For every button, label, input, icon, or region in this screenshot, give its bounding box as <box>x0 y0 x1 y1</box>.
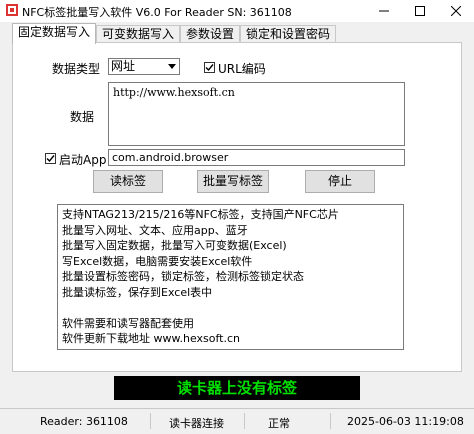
data-type-label: 数据类型 <box>52 62 101 76</box>
info-text-box[interactable]: 支持NTAG213/215/216等NFC标签，支持国产NFC芯片 批量写入网址… <box>57 204 404 350</box>
info-line: 写Excel数据，电脑需要安装Excel软件 <box>62 254 253 268</box>
status-message: 读卡器上没有标签 <box>114 376 360 400</box>
launch-app-input[interactable]: com.android.browser <box>108 149 405 166</box>
chevron-down-icon <box>165 60 178 73</box>
close-button[interactable] <box>438 0 474 22</box>
data-label: 数据 <box>70 110 95 124</box>
status-divider <box>330 413 331 429</box>
status-reader: Reader: 361108 <box>40 415 128 428</box>
launch-app-label: 启动App <box>59 153 107 167</box>
tab-fixed-data[interactable]: 固定数据写入 <box>12 23 96 44</box>
maximize-icon <box>415 6 425 16</box>
minimize-icon <box>379 10 389 12</box>
maximize-button[interactable] <box>402 0 438 22</box>
status-state: 正常 <box>268 417 290 430</box>
app-window: NFC标签批量写入软件 V6.0 For Reader SN: 361108 固… <box>0 0 474 434</box>
window-title: NFC标签批量写入软件 V6.0 For Reader SN: 361108 <box>22 6 292 19</box>
data-textarea[interactable]: http://www.hexsoft.cn <box>108 82 405 146</box>
close-icon <box>451 6 461 16</box>
data-type-value: 网址 <box>111 59 136 73</box>
url-encode-label: URL编码 <box>218 62 266 76</box>
info-line: 批量写入固定数据，批量写入可变数据(Excel) <box>62 239 287 252</box>
status-connection: 读卡器连接 <box>169 417 224 430</box>
info-line: 软件需要和读写器配套使用 <box>62 316 194 330</box>
status-bar: Reader: 361108 读卡器连接 正常 2025-06-03 11:19… <box>0 408 474 434</box>
info-line: 批量设置标签密码，锁定标签，检测标签锁定状态 <box>62 270 304 283</box>
url-encode-checkbox[interactable] <box>204 62 215 73</box>
status-divider <box>150 413 151 429</box>
tab-variable-data[interactable]: 可变数据写入 <box>96 25 180 42</box>
tab-lock-password[interactable]: 锁定和设置密码 <box>240 25 336 42</box>
status-datetime: 2025-06-03 11:19:08 <box>347 415 464 428</box>
checkmark-icon <box>46 155 55 163</box>
info-line: 软件更新下载地址 www.hexsoft.cn <box>62 332 240 345</box>
title-bar: NFC标签批量写入软件 V6.0 For Reader SN: 361108 <box>0 0 474 22</box>
launch-app-checkbox[interactable] <box>45 153 56 164</box>
info-line: 批量写入网址、文本、应用app、蓝牙 <box>62 223 248 237</box>
data-type-select[interactable]: 网址 <box>108 58 180 75</box>
read-tag-button[interactable]: 读标签 <box>93 170 163 193</box>
tab-parameters[interactable]: 参数设置 <box>180 25 240 42</box>
batch-write-button[interactable]: 批量写标签 <box>197 170 269 193</box>
info-line: 批量读标签，保存到Excel表中 <box>62 285 213 299</box>
info-line <box>62 300 399 316</box>
info-line: 支持NTAG213/215/216等NFC标签，支持国产NFC芯片 <box>62 208 339 221</box>
stop-button[interactable]: 停止 <box>305 170 375 193</box>
status-divider <box>244 413 245 429</box>
minimize-button[interactable] <box>366 0 402 22</box>
checkmark-icon <box>205 64 214 72</box>
nfc-app-icon <box>6 4 18 16</box>
